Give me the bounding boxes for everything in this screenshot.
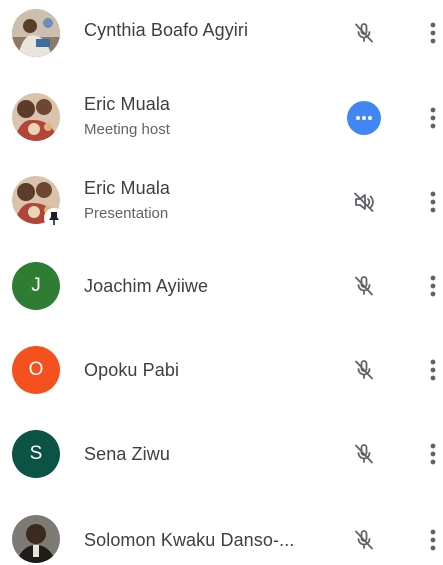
participant-row[interactable]: Solomon Kwaku Danso-... xyxy=(0,496,443,565)
more-vert-icon[interactable] xyxy=(424,524,442,556)
more-horiz-circle-icon[interactable] xyxy=(346,100,382,136)
participant-row[interactable]: Cynthia Boafo Agyiri xyxy=(0,0,443,84)
participants-list: Cynthia Boafo Agyiri Eric Muala Meeting … xyxy=(0,0,443,565)
participant-name: Cynthia Boafo Agyiri xyxy=(84,20,249,40)
pin-icon xyxy=(44,208,64,228)
participant-name: Solomon Kwaku Danso-... xyxy=(84,530,295,550)
mic-off-icon xyxy=(346,268,382,304)
participant-row[interactable]: S Sena Ziwu xyxy=(0,412,443,496)
more-vert-icon[interactable] xyxy=(424,354,442,386)
participant-name: Eric Muala xyxy=(84,94,171,114)
avatar-letter: J xyxy=(31,275,41,296)
avatar: J xyxy=(12,262,60,310)
more-vert-icon[interactable] xyxy=(424,186,442,218)
more-vert-icon[interactable] xyxy=(424,102,442,134)
avatar-letter: S xyxy=(29,443,43,464)
avatar: S xyxy=(12,430,60,478)
mic-off-icon xyxy=(346,522,382,558)
avatar xyxy=(12,515,60,563)
avatar xyxy=(12,93,60,141)
mic-off-icon xyxy=(346,15,382,51)
avatar: O xyxy=(12,346,60,394)
more-vert-icon[interactable] xyxy=(424,17,442,49)
participant-role: Meeting host xyxy=(84,121,170,138)
more-vert-icon[interactable] xyxy=(424,438,442,470)
participant-name: Sena Ziwu xyxy=(84,444,170,464)
more-vert-icon[interactable] xyxy=(424,270,442,302)
participant-row[interactable]: O Opoku Pabi xyxy=(0,328,443,412)
participant-role: Presentation xyxy=(84,205,169,222)
participant-row[interactable]: Eric Muala Presentation xyxy=(0,160,443,244)
volume-off-icon xyxy=(346,184,382,220)
mic-off-icon xyxy=(346,436,382,472)
participant-name: Opoku Pabi xyxy=(84,360,180,380)
avatar-letter: O xyxy=(28,359,44,380)
participant-row[interactable]: Eric Muala Meeting host xyxy=(0,76,443,160)
mic-off-icon xyxy=(346,352,382,388)
participant-name: Joachim Ayiiwe xyxy=(84,276,209,296)
avatar xyxy=(12,9,60,57)
participant-name: Eric Muala xyxy=(84,178,171,198)
participant-row[interactable]: J Joachim Ayiiwe xyxy=(0,244,443,328)
